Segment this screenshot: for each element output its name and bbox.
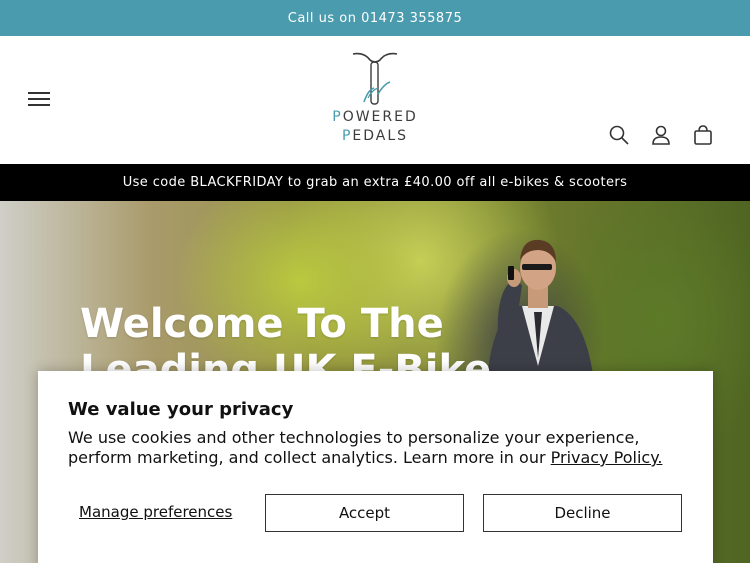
logo-text: POWERED PEDALS	[332, 109, 418, 144]
privacy-policy-link[interactable]: Privacy Policy.	[551, 448, 663, 467]
menu-icon[interactable]	[28, 88, 50, 110]
accept-button[interactable]: Accept	[265, 494, 464, 532]
site-header: POWERED PEDALS	[0, 36, 750, 164]
cart-icon[interactable]	[692, 124, 714, 146]
promo-text: Use code BLACKFRIDAY to grab an extra £4…	[122, 175, 628, 190]
account-icon[interactable]	[650, 124, 672, 146]
announcement-bar: Call us on 01473 355875	[0, 0, 750, 36]
cookie-consent-dialog: We value your privacy We use cookies and…	[38, 371, 713, 563]
promo-banner: Use code BLACKFRIDAY to grab an extra £4…	[0, 164, 750, 201]
handlebar-logo-icon	[352, 52, 398, 105]
cookie-title: We value your privacy	[68, 399, 294, 420]
phone-text[interactable]: Call us on 01473 355875	[288, 11, 462, 26]
manage-preferences-link[interactable]: Manage preferences	[79, 503, 232, 521]
decline-button[interactable]: Decline	[483, 494, 682, 532]
cookie-body: We use cookies and other technologies to…	[68, 428, 663, 467]
header-actions	[608, 124, 714, 146]
logo[interactable]: POWERED PEDALS	[315, 50, 435, 146]
search-icon[interactable]	[608, 124, 630, 146]
cookie-actions: Manage preferences Accept Decline	[68, 494, 683, 532]
